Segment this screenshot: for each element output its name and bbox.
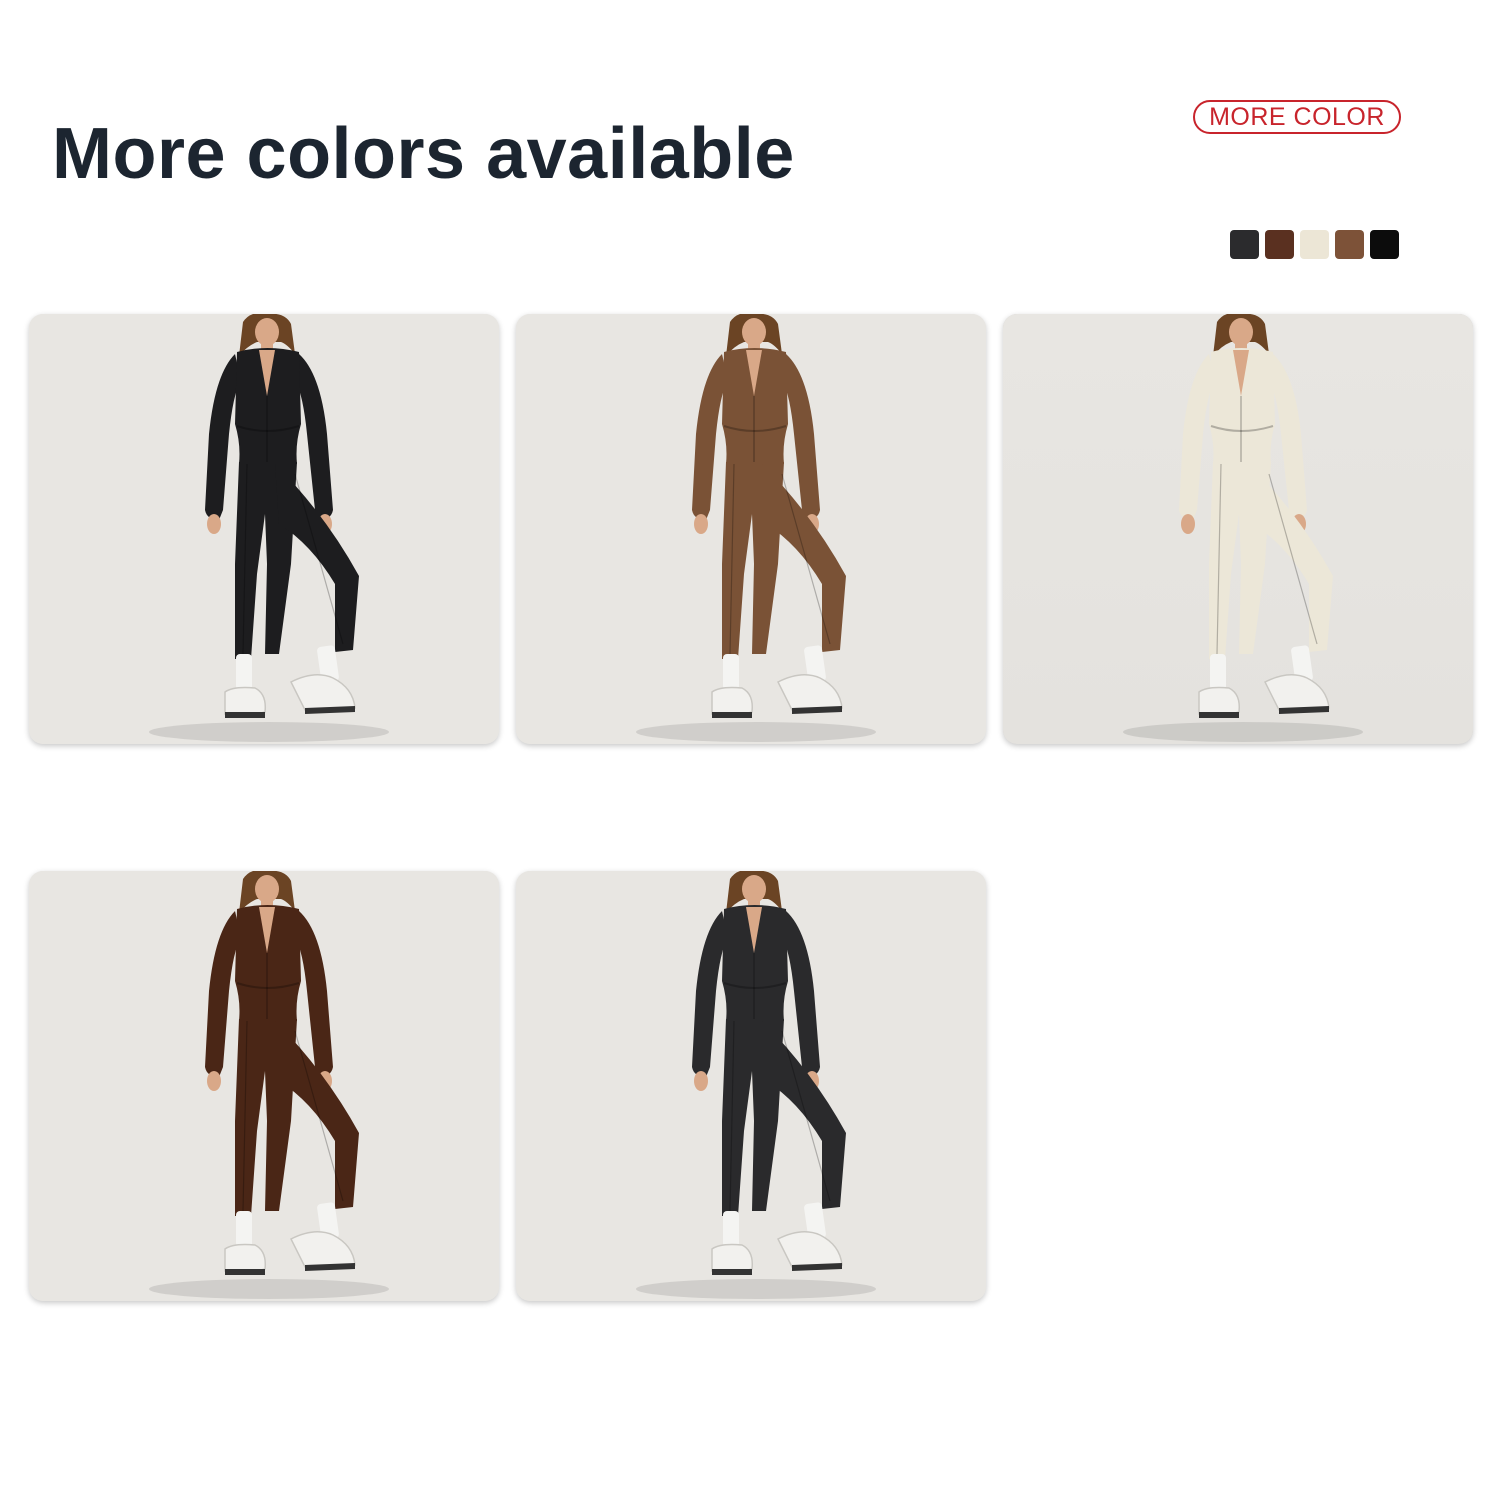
model-in-jumpsuit-photo bbox=[29, 314, 499, 744]
model-in-jumpsuit-photo bbox=[516, 871, 986, 1301]
model-in-jumpsuit-photo bbox=[1003, 314, 1473, 744]
color-swatch[interactable] bbox=[1230, 230, 1259, 259]
color-swatch[interactable] bbox=[1335, 230, 1364, 259]
product-photo-card[interactable] bbox=[516, 871, 986, 1301]
product-photo-card[interactable] bbox=[29, 314, 499, 744]
color-swatches bbox=[1230, 230, 1399, 259]
color-swatch[interactable] bbox=[1265, 230, 1294, 259]
model-in-jumpsuit-photo bbox=[29, 871, 499, 1301]
product-photo-card[interactable] bbox=[516, 314, 986, 744]
product-photo-card[interactable] bbox=[29, 871, 499, 1301]
model-in-jumpsuit-photo bbox=[516, 314, 986, 744]
color-swatch[interactable] bbox=[1300, 230, 1329, 259]
page-title: More colors available bbox=[52, 114, 795, 194]
more-color-button[interactable]: MORE COLOR bbox=[1193, 100, 1401, 134]
color-swatch[interactable] bbox=[1370, 230, 1399, 259]
product-photo-card[interactable] bbox=[1003, 314, 1473, 744]
